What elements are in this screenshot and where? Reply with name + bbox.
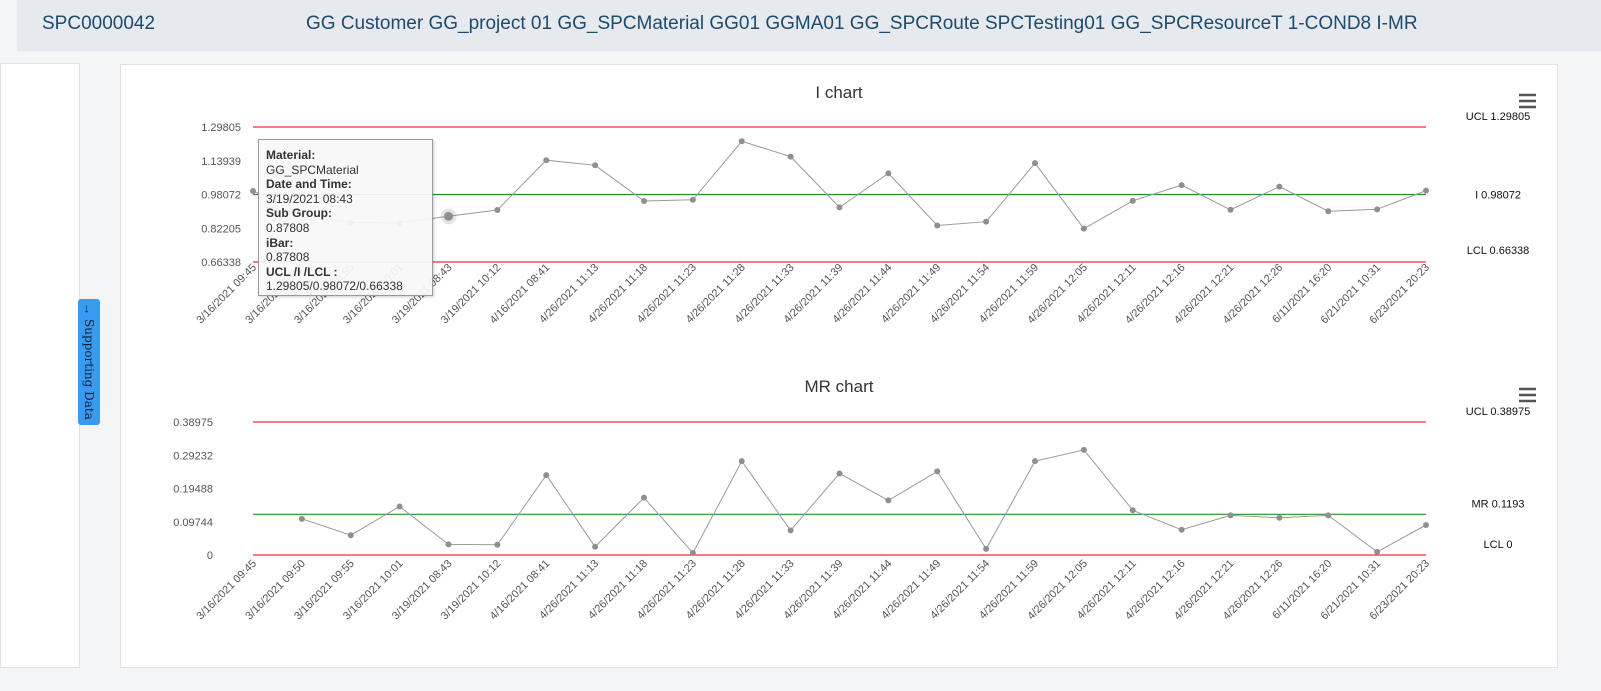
data-point[interactable] bbox=[934, 222, 941, 229]
data-point[interactable] bbox=[1227, 206, 1234, 213]
data-point[interactable] bbox=[1080, 225, 1087, 232]
tooltip-limits-value: 1.29805/0.98072/0.66338 bbox=[266, 279, 403, 294]
chart-menu-icon[interactable] bbox=[1519, 93, 1536, 109]
tooltip-subgroup-value: 0.87808 bbox=[266, 220, 310, 235]
data-point[interactable] bbox=[1227, 512, 1234, 519]
data-point[interactable] bbox=[738, 458, 745, 465]
data-point[interactable] bbox=[1178, 182, 1185, 189]
data-point[interactable] bbox=[689, 549, 696, 556]
y-tick-label: 0.29232 bbox=[173, 450, 213, 462]
data-point[interactable] bbox=[689, 196, 696, 203]
data-point[interactable] bbox=[1374, 548, 1381, 555]
tooltip-datetime-label: Date and Time: bbox=[266, 177, 352, 192]
tooltip-ibar-label: iBar: bbox=[266, 235, 294, 250]
control-line-label: MR 0.1193 bbox=[1472, 498, 1525, 510]
y-tick-label: 0.38975 bbox=[173, 417, 213, 429]
data-point[interactable] bbox=[1276, 514, 1283, 521]
chart-title: MR chart bbox=[805, 377, 874, 396]
data-point[interactable] bbox=[641, 198, 647, 205]
y-tick-label: 0.82205 bbox=[201, 223, 241, 235]
y-tick-label: 1.13939 bbox=[201, 156, 241, 168]
data-point[interactable] bbox=[1276, 183, 1283, 190]
data-point[interactable] bbox=[983, 545, 990, 552]
data-point[interactable] bbox=[1325, 208, 1332, 215]
data-point[interactable] bbox=[1129, 507, 1136, 514]
data-point[interactable] bbox=[396, 503, 403, 510]
control-line-label: LCL 0.66338 bbox=[1467, 245, 1530, 257]
data-point[interactable] bbox=[885, 497, 892, 504]
data-point-tooltip: Material: GG_SPCMaterial Date and Time: … bbox=[258, 139, 433, 296]
control-line-label: UCL 0.38975 bbox=[1466, 406, 1530, 418]
y-tick-label: 0 bbox=[207, 550, 213, 562]
tooltip-limits-label: UCL /I /LCL : bbox=[266, 264, 338, 279]
data-point[interactable] bbox=[836, 204, 843, 211]
data-point[interactable] bbox=[1032, 458, 1038, 465]
data-point[interactable] bbox=[641, 494, 647, 501]
data-point[interactable] bbox=[347, 532, 354, 539]
chart-menu-icon[interactable] bbox=[1519, 387, 1536, 403]
data-point[interactable] bbox=[592, 162, 599, 169]
data-point[interactable] bbox=[445, 541, 452, 548]
tooltip-material-label: Material: bbox=[266, 148, 316, 162]
data-point[interactable] bbox=[444, 211, 453, 221]
y-tick-label: 0.66338 bbox=[201, 257, 241, 269]
data-point[interactable] bbox=[983, 218, 990, 225]
y-tick-label: 0.09744 bbox=[173, 517, 213, 529]
data-point[interactable] bbox=[1080, 446, 1087, 453]
data-point[interactable] bbox=[885, 170, 892, 177]
data-point[interactable] bbox=[1178, 526, 1185, 533]
spc-charts: I chart 1.29805 1.13939 0.98072 0.82205 0.663… bbox=[173, 83, 1536, 622]
data-point[interactable] bbox=[1325, 512, 1332, 519]
data-point[interactable] bbox=[298, 515, 305, 522]
data-point[interactable] bbox=[1032, 160, 1038, 167]
data-point[interactable] bbox=[1374, 206, 1381, 213]
tooltip-subgroup-label: Sub Group: bbox=[266, 206, 332, 221]
data-point[interactable] bbox=[836, 470, 843, 477]
data-point[interactable] bbox=[1129, 197, 1136, 204]
control-line-label: UCL 1.29805 bbox=[1466, 111, 1530, 123]
control-line-label: I 0.98072 bbox=[1475, 189, 1521, 201]
tooltip-material-value: GG_SPCMaterial bbox=[266, 162, 359, 177]
data-point[interactable] bbox=[494, 206, 501, 213]
y-tick-label: 0.98072 bbox=[201, 190, 241, 202]
data-point[interactable] bbox=[787, 527, 794, 534]
data-point[interactable] bbox=[592, 543, 599, 550]
y-tick-label: 0.19488 bbox=[173, 484, 213, 496]
y-tick-label: 1.29805 bbox=[201, 122, 241, 134]
data-point[interactable] bbox=[738, 138, 745, 145]
data-point[interactable] bbox=[543, 472, 550, 479]
data-point[interactable] bbox=[250, 188, 256, 195]
data-point[interactable] bbox=[1423, 187, 1429, 194]
chart-title: I chart bbox=[815, 83, 863, 102]
control-line-label: LCL 0 bbox=[1484, 539, 1513, 551]
series-line bbox=[301, 449, 1427, 554]
data-point[interactable] bbox=[543, 157, 550, 164]
tooltip-datetime-value: 3/19/2021 08:43 bbox=[266, 191, 353, 206]
data-point[interactable] bbox=[787, 153, 794, 160]
mr-chart: MR chart 0.38975 0.29232 0.19488 0.09744 0 UCL… bbox=[173, 377, 1536, 622]
tooltip-ibar-value: 0.87808 bbox=[266, 250, 310, 265]
data-point[interactable] bbox=[1423, 521, 1429, 528]
data-point[interactable] bbox=[494, 541, 501, 548]
data-point[interactable] bbox=[934, 468, 941, 475]
